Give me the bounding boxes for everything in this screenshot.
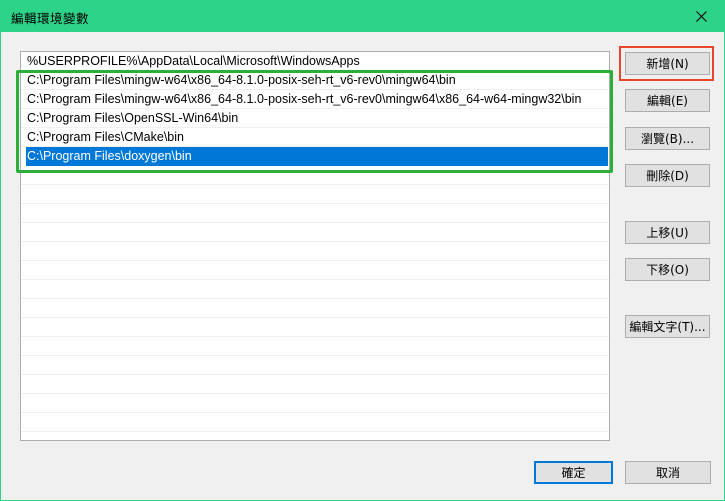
- empty-list-row[interactable]: [21, 318, 609, 337]
- edit-button[interactable]: 編輯(E): [625, 89, 710, 112]
- empty-list-row[interactable]: [21, 337, 609, 356]
- edit-text-button[interactable]: 編輯文字(T)...: [625, 315, 710, 338]
- empty-list-row[interactable]: [21, 432, 609, 440]
- path-text: %USERPROFILE%\AppData\Local\Microsoft\Wi…: [27, 54, 360, 68]
- empty-list-row[interactable]: [21, 185, 609, 204]
- cancel-button[interactable]: 取消: [625, 461, 711, 484]
- list-item[interactable]: C:\Program Files\OpenSSL-Win64\bin: [21, 109, 609, 128]
- title-bar[interactable]: 編輯環境變數: [1, 1, 724, 32]
- browse-button[interactable]: 瀏覽(B)...: [625, 127, 710, 150]
- path-text: C:\Program Files\OpenSSL-Win64\bin: [27, 111, 239, 125]
- path-text: C:\Program Files\CMake\bin: [27, 130, 184, 144]
- dialog-title: 編輯環境變數: [11, 11, 90, 26]
- path-text: C:\Program Files\mingw-w64\x86_64-8.1.0-…: [27, 73, 456, 87]
- list-item[interactable]: C:\Program Files\mingw-w64\x86_64-8.1.0-…: [21, 90, 609, 109]
- empty-list-row[interactable]: [21, 394, 609, 413]
- empty-list-row[interactable]: [21, 356, 609, 375]
- path-list[interactable]: %USERPROFILE%\AppData\Local\Microsoft\Wi…: [20, 51, 610, 441]
- empty-list-row[interactable]: [21, 166, 609, 185]
- empty-list-row[interactable]: [21, 242, 609, 261]
- empty-list-row[interactable]: [21, 280, 609, 299]
- move-down-button[interactable]: 下移(O): [625, 258, 710, 281]
- path-text: C:\Program Files\mingw-w64\x86_64-8.1.0-…: [27, 92, 582, 106]
- new-button[interactable]: 新增(N): [625, 52, 710, 75]
- list-item[interactable]: C:\Program Files\mingw-w64\x86_64-8.1.0-…: [21, 71, 609, 90]
- ok-button[interactable]: 確定: [534, 461, 613, 484]
- empty-list-row[interactable]: [21, 375, 609, 394]
- empty-list-row[interactable]: [21, 261, 609, 280]
- list-item[interactable]: C:\Program Files\CMake\bin: [21, 128, 609, 147]
- close-button[interactable]: [678, 1, 724, 32]
- edit-env-var-dialog: 編輯環境變數 %USERPROFILE%\AppData\Local\Micro…: [0, 0, 725, 501]
- path-text: C:\Program Files\doxygen\bin: [27, 149, 192, 163]
- list-item[interactable]: C:\Program Files\doxygen\bin: [26, 147, 608, 166]
- empty-list-row[interactable]: [21, 299, 609, 318]
- empty-list-row[interactable]: [21, 413, 609, 432]
- empty-list-row[interactable]: [21, 223, 609, 242]
- close-icon: [695, 11, 707, 22]
- list-item[interactable]: %USERPROFILE%\AppData\Local\Microsoft\Wi…: [21, 52, 609, 71]
- empty-list-row[interactable]: [21, 204, 609, 223]
- move-up-button[interactable]: 上移(U): [625, 221, 710, 244]
- delete-button[interactable]: 刪除(D): [625, 164, 710, 187]
- dialog-body: %USERPROFILE%\AppData\Local\Microsoft\Wi…: [1, 32, 724, 500]
